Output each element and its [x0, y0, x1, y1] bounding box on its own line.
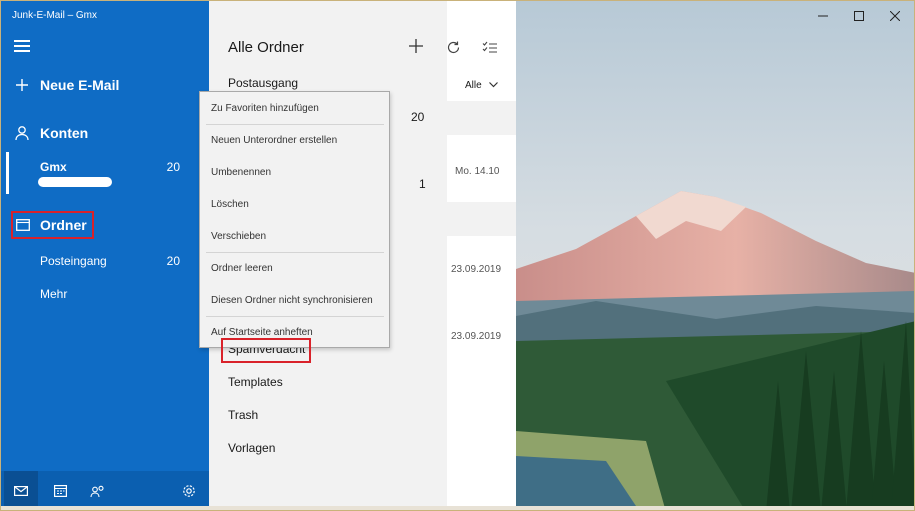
- group-header: [447, 202, 516, 236]
- menu-item-move[interactable]: Verschieben: [200, 220, 389, 252]
- sidebar-item-posteingang[interactable]: Posteingang 20: [1, 245, 209, 277]
- highlight-box-spamverdacht: [221, 338, 311, 363]
- add-folder-icon[interactable]: [406, 36, 426, 56]
- select-mode-icon[interactable]: [480, 37, 500, 57]
- minimize-icon: [818, 15, 828, 17]
- sidebar-item-label: Mehr: [40, 287, 68, 301]
- new-mail-button[interactable]: Neue E-Mail: [1, 69, 209, 101]
- menu-item-dont-sync[interactable]: Diesen Ordner nicht synchronisieren: [200, 284, 389, 316]
- close-icon: [890, 11, 900, 21]
- redacted-email-address: [38, 177, 112, 187]
- folder-context-menu: Zu Favoriten hinzufügen Neuen Unterordne…: [199, 91, 390, 348]
- folders-pane-title: Alle Ordner: [228, 39, 304, 56]
- people-icon[interactable]: [88, 482, 108, 500]
- chevron-down-icon: [489, 82, 499, 88]
- account-unread-count: 20: [166, 160, 180, 174]
- accounts-header[interactable]: Konten: [1, 117, 209, 149]
- app-switcher-bar: [1, 471, 209, 510]
- desktop-wallpaper-image: [516, 1, 914, 510]
- message-date: 23.09.2019: [451, 331, 502, 342]
- plus-icon: [13, 76, 31, 94]
- menu-item-new-subfolder[interactable]: Neuen Unterordner erstellen: [200, 124, 389, 156]
- filter-label: Alle: [465, 80, 482, 91]
- hamburger-menu-icon[interactable]: [14, 40, 30, 52]
- menu-item-rename[interactable]: Umbenennen: [200, 156, 389, 188]
- message-date: 23.09.2019: [451, 264, 502, 275]
- menu-item-delete[interactable]: Löschen: [200, 188, 389, 220]
- sidebar-item-label: Posteingang: [40, 254, 107, 268]
- calendar-icon[interactable]: [50, 482, 70, 500]
- mail-icon[interactable]: [11, 482, 31, 500]
- folder-item-templates[interactable]: Templates: [228, 375, 283, 389]
- folder-item-trash[interactable]: Trash: [228, 408, 258, 422]
- settings-icon[interactable]: [179, 482, 199, 500]
- minimize-button[interactable]: [814, 7, 832, 25]
- sync-icon[interactable]: [443, 37, 463, 57]
- menu-item-empty-folder[interactable]: Ordner leeren: [200, 252, 389, 284]
- folder-count: 20: [411, 110, 425, 124]
- new-mail-label: Neue E-Mail: [40, 77, 120, 93]
- maximize-button[interactable]: [850, 7, 868, 25]
- navigation-pane: Junk-E-Mail – Gmx Neue E-Mail Konten Gmx…: [1, 1, 209, 510]
- cropped-page-strip: [1, 506, 914, 510]
- folder-item-vorlagen[interactable]: Vorlagen: [228, 441, 275, 455]
- person-icon: [13, 124, 31, 142]
- close-button[interactable]: [886, 7, 904, 25]
- mail-app-window: Junk-E-Mail – Gmx Neue E-Mail Konten Gmx…: [0, 0, 915, 511]
- group-header: [447, 101, 516, 135]
- folder-item-postausgang[interactable]: Postausgang: [228, 76, 298, 90]
- maximize-icon: [854, 11, 864, 21]
- filter-dropdown[interactable]: Alle: [465, 80, 499, 91]
- accounts-label: Konten: [40, 125, 89, 141]
- sidebar-item-count: 20: [166, 254, 180, 268]
- highlight-box-ordner: [11, 211, 94, 239]
- message-list-pane: Alle Mo. 14.10 23.09.2019 23.09.2019: [447, 1, 516, 510]
- window-title: Junk-E-Mail – Gmx: [12, 10, 98, 21]
- folder-count: 1: [419, 177, 426, 191]
- account-name: Gmx: [40, 160, 67, 174]
- menu-item-add-favorite[interactable]: Zu Favoriten hinzufügen: [200, 92, 389, 124]
- sidebar-item-mehr[interactable]: Mehr: [1, 278, 209, 310]
- message-date: Mo. 14.10: [455, 166, 500, 177]
